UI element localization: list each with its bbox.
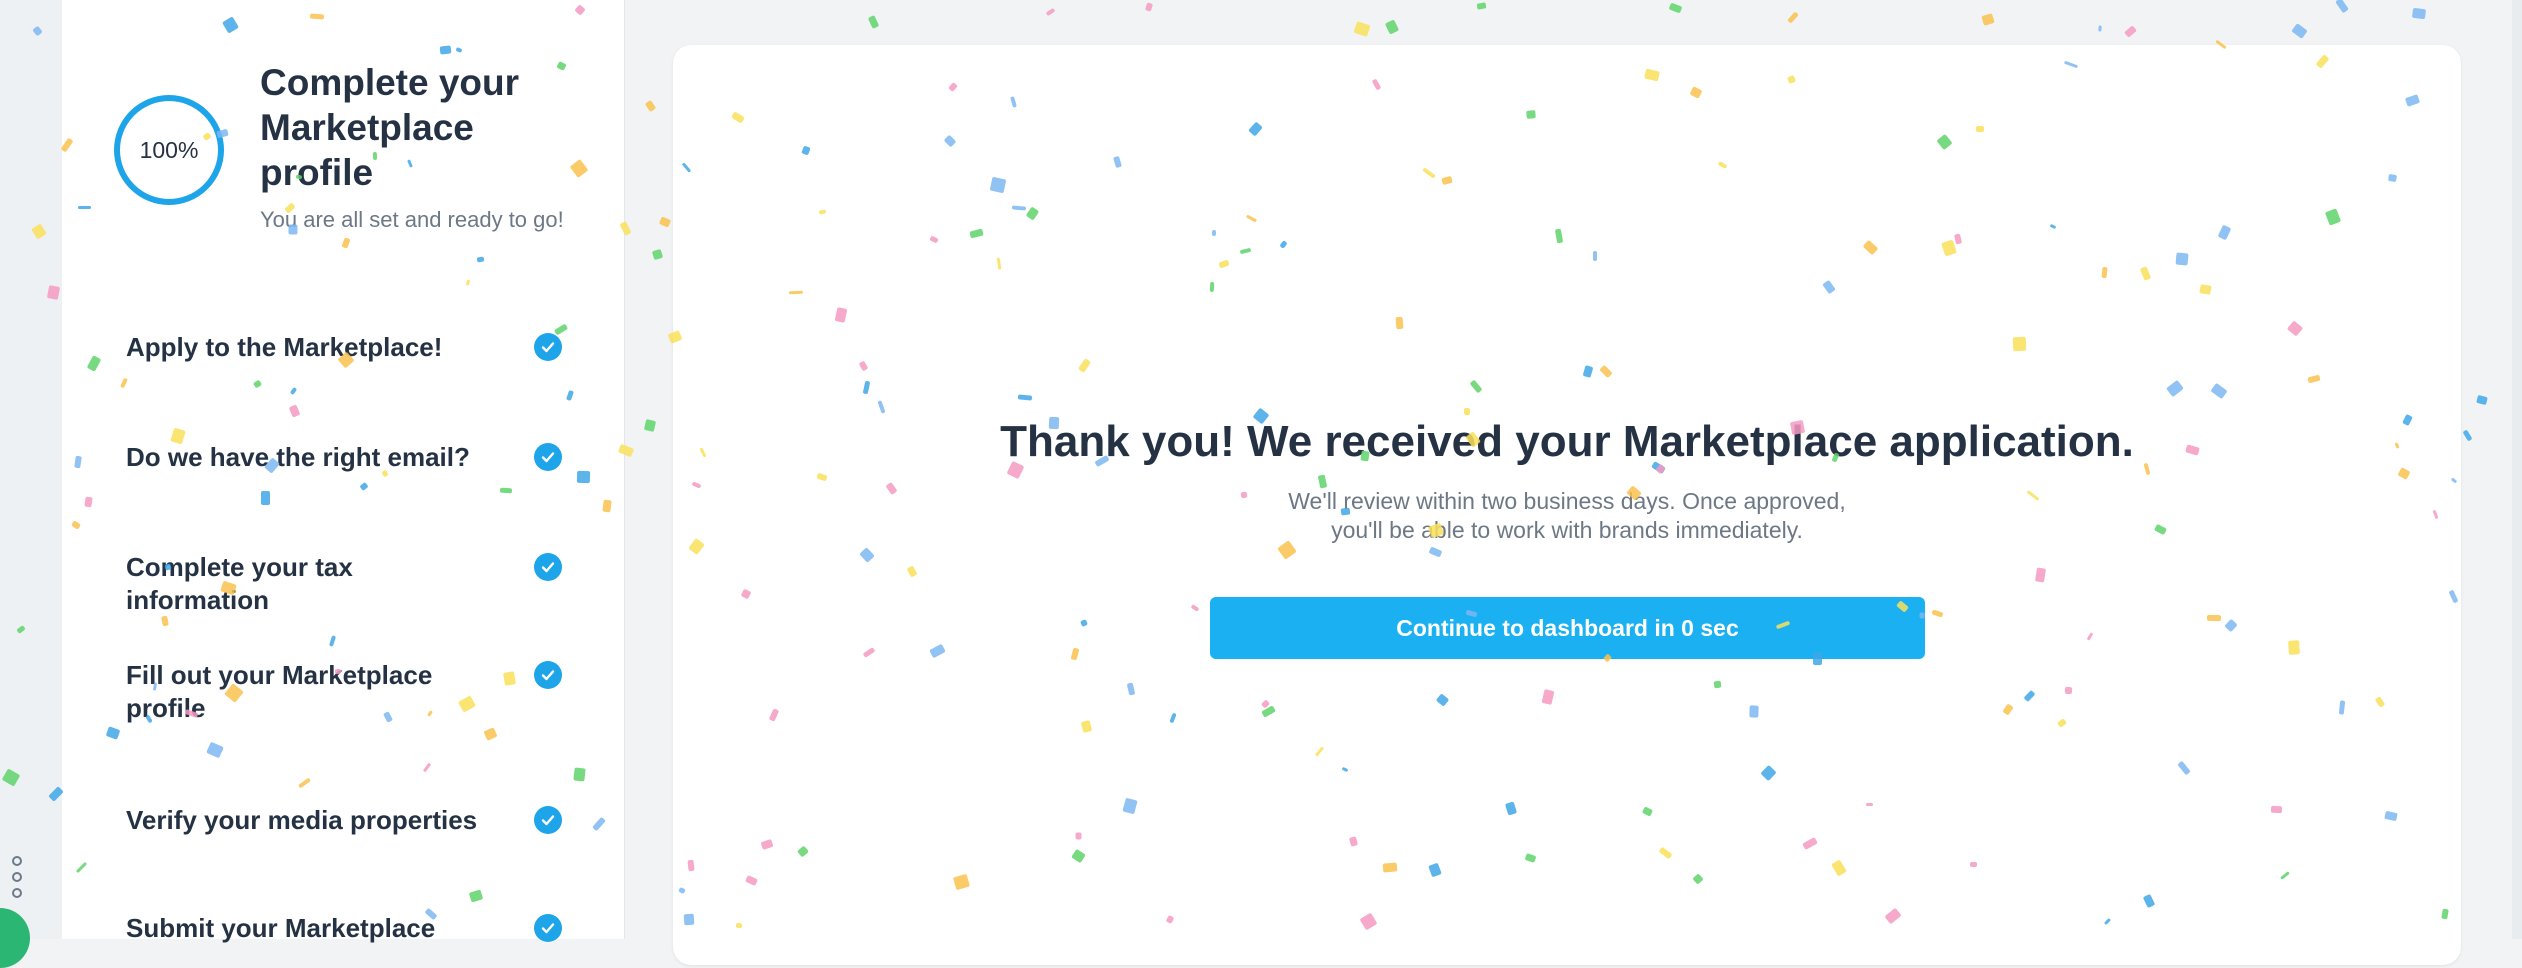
confetti-piece	[2124, 25, 2137, 38]
check-circle-icon	[534, 806, 562, 834]
confetti-piece	[651, 248, 664, 261]
check-circle-icon	[534, 553, 562, 581]
confetti-piece	[1384, 19, 1400, 35]
more-options-icon[interactable]	[12, 856, 28, 898]
confirmation-headline: Thank you! We received your Marketplace …	[1000, 417, 2134, 466]
progress-label: 100%	[139, 136, 199, 163]
confetti-piece	[643, 419, 657, 432]
check-circle-icon	[534, 914, 562, 942]
confetti-piece	[1144, 2, 1154, 12]
message-line-2: you'll be able to work with brands immed…	[1331, 517, 1803, 543]
confetti-piece	[1668, 2, 1683, 14]
confirmation-card: Thank you! We received your Marketplace …	[673, 45, 2461, 965]
confetti-piece	[1787, 11, 1799, 24]
step-label: Fill out your Marketplace profile	[126, 660, 433, 723]
confirmation-message: We'll review within two business days. O…	[673, 487, 2461, 545]
confetti-piece	[658, 216, 672, 228]
confetti-piece	[2411, 7, 2427, 20]
continue-to-dashboard-button[interactable]: Continue to dashboard in 0 sec	[1210, 597, 1925, 659]
page-scrollbar[interactable]	[2512, 0, 2522, 939]
confetti-piece	[1981, 13, 1995, 26]
message-line-1: We'll review within two business days. O…	[1288, 488, 1846, 514]
confetti-piece	[644, 99, 657, 113]
progress-ring: 100%	[114, 95, 224, 205]
sidebar-subtitle: You are all set and ready to go!	[260, 207, 564, 232]
confetti-piece	[867, 15, 880, 29]
confetti-piece	[2291, 23, 2308, 39]
sidebar-title: Complete your Marketplace profile	[260, 62, 520, 193]
check-circle-icon	[534, 333, 562, 361]
onboarding-sidebar: 100% Complete your Marketplace profile Y…	[62, 0, 625, 943]
confetti-piece	[2335, 0, 2349, 14]
check-circle-icon	[534, 443, 562, 471]
step-label: Verify your media properties	[126, 805, 478, 835]
confetti-piece	[2462, 429, 2473, 442]
step-label: Apply to the Marketplace!	[126, 332, 443, 362]
help-chat-button[interactable]	[0, 908, 30, 968]
step-label: Do we have the right email?	[126, 442, 470, 472]
confetti-piece	[1476, 2, 1487, 10]
check-circle-icon	[534, 661, 562, 689]
confetti-piece	[2098, 25, 2102, 32]
confetti-piece	[1045, 7, 1056, 17]
left-rail	[0, 0, 62, 968]
confetti-piece	[1353, 21, 1371, 37]
step-label: Complete your tax information	[126, 552, 353, 615]
confetti-piece	[2476, 394, 2488, 406]
step-label: Submit your Marketplace	[126, 913, 436, 943]
